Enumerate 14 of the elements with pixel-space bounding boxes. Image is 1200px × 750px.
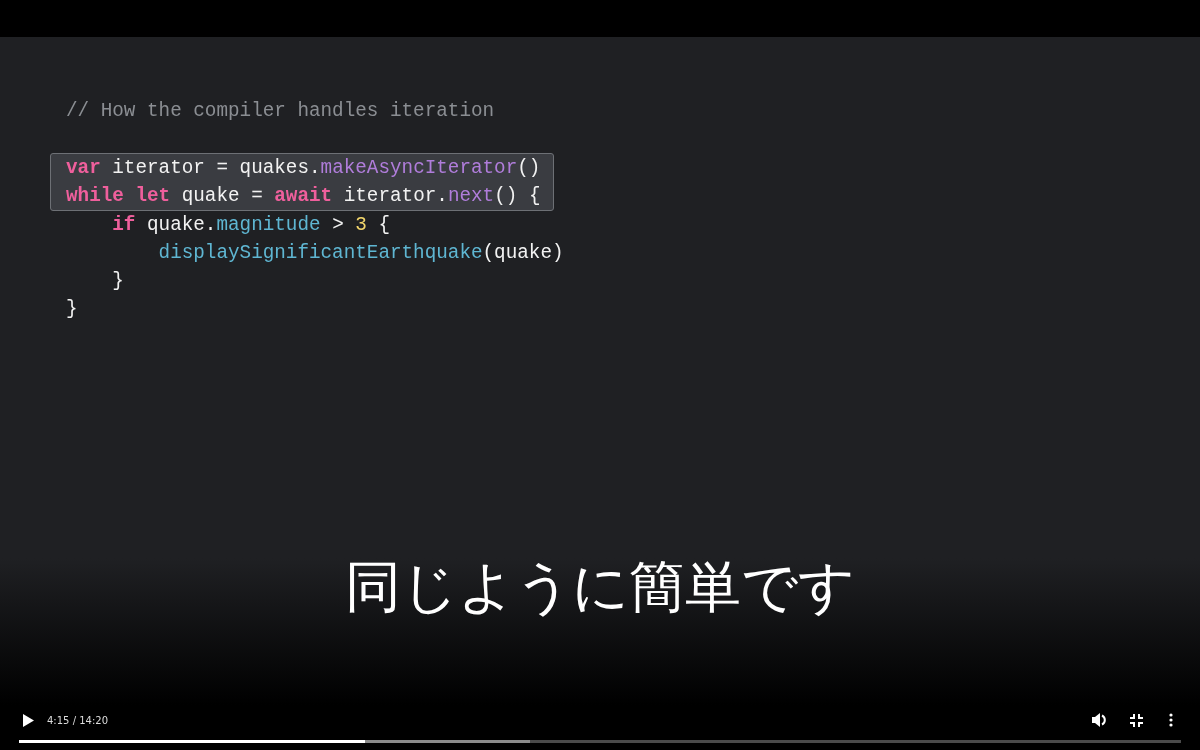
- code-line: while let quake = await iterator.next() {: [66, 184, 541, 209]
- code-line: }: [66, 297, 78, 322]
- subtitle: 同じように簡単です: [345, 555, 855, 619]
- exit-fullscreen-icon[interactable]: [1130, 713, 1143, 727]
- code-line: if quake.magnitude > 3 {: [111, 213, 391, 238]
- play-icon[interactable]: [23, 713, 34, 727]
- progress-bar[interactable]: [19, 740, 1181, 743]
- code-comment: // How the compiler handles iteration: [66, 99, 495, 124]
- code-line: var iterator = quakes.makeAsyncIterator(): [66, 156, 541, 181]
- code-line: }: [111, 269, 124, 294]
- volume-icon[interactable]: [1092, 713, 1108, 727]
- more-icon[interactable]: [1169, 713, 1173, 727]
- time-display: 4:15 / 14:20: [47, 714, 108, 726]
- code-line: displaySignificantEarthquake(quake): [157, 241, 564, 266]
